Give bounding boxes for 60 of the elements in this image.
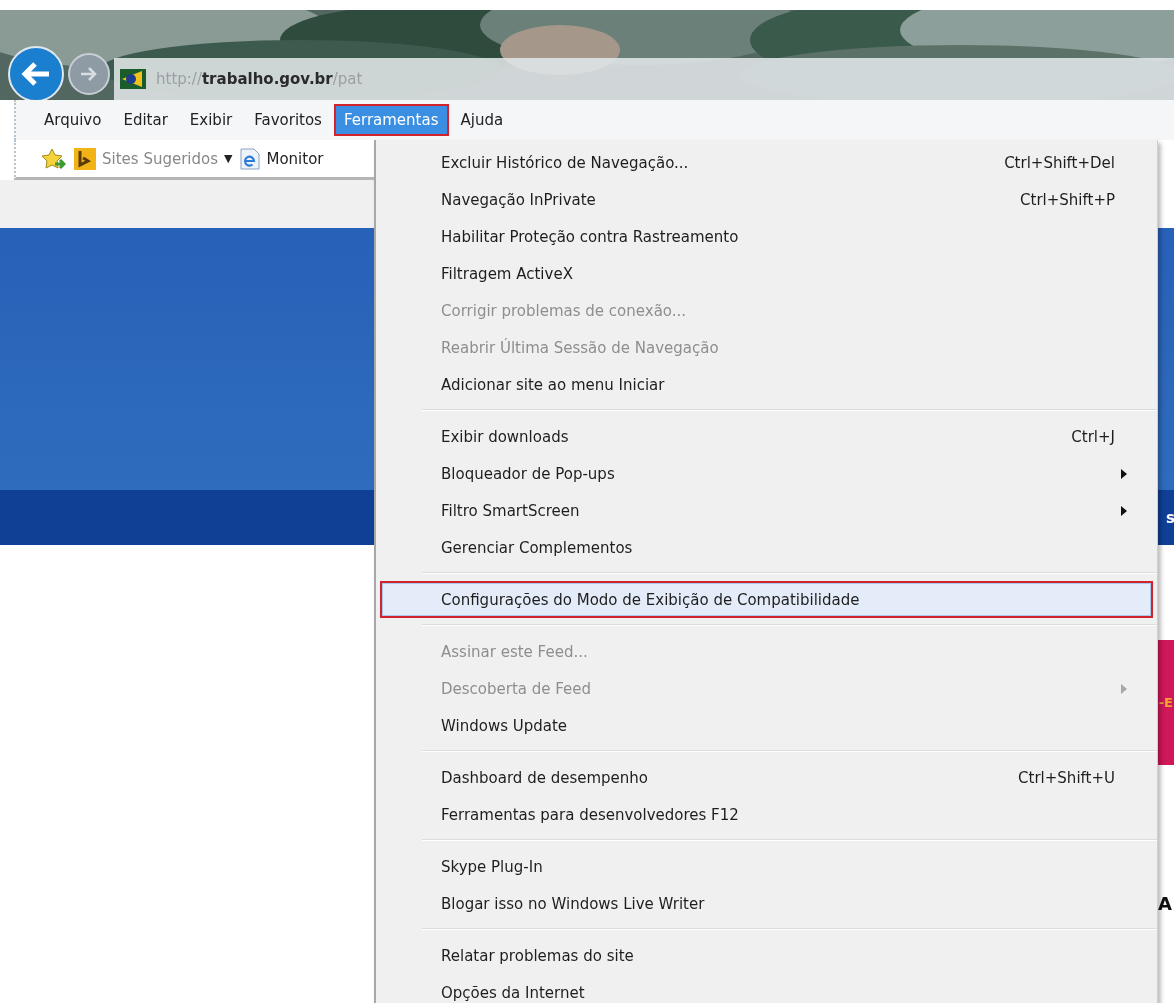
page-heading: A	[1158, 895, 1172, 913]
menu-item[interactable]: Skype Plug-In	[380, 848, 1153, 885]
menu-item[interactable]: Filtragem ActiveX	[380, 255, 1153, 292]
menu-item-label: Opções da Internet	[441, 983, 586, 1002]
shortcut-text: Ctrl+Shift+Del	[1004, 153, 1115, 172]
menu-bar-item[interactable]: Ajuda	[450, 104, 514, 136]
menu-item[interactable]: Blogar isso no Windows Live Writer	[380, 885, 1153, 922]
menu-item-label: Corrigir problemas de conexão...	[441, 301, 688, 320]
menu-item[interactable]: Navegação InPrivate Ctrl+Shift+P	[380, 181, 1153, 218]
nav-text: s	[1166, 508, 1174, 527]
menu-item[interactable]: Windows Update	[380, 707, 1153, 744]
menu-bar-item[interactable]: Arquivo	[34, 104, 112, 136]
menu-item-label: Assinar este Feed...	[441, 642, 589, 661]
menu-item-label: Adicionar site ao menu Iniciar	[441, 375, 666, 394]
shortcut-text: Ctrl+J	[1071, 427, 1115, 446]
menu-bar-item[interactable]: Favoritos	[244, 104, 332, 136]
page-icon	[240, 147, 261, 170]
forward-arrow-icon	[79, 66, 99, 82]
menu-item-label: Excluir Histórico de Navegação...	[441, 153, 690, 172]
back-arrow-icon	[21, 61, 51, 87]
menu-item-label: Filtro SmartScreen	[441, 501, 581, 520]
banner-text: -E	[1158, 696, 1173, 709]
menu-item[interactable]: Configurações do Modo de Exibição de Compatibilidade	[380, 581, 1153, 618]
menu-item-label: Gerenciar Complementos	[441, 538, 634, 557]
menu-item[interactable]: Adicionar site ao menu Iniciar	[380, 366, 1153, 403]
menu-item-label: Navegação InPrivate	[441, 190, 597, 209]
menu-item-label: Dashboard de desempenho	[441, 768, 649, 787]
menu-item-label: Descoberta de Feed	[441, 679, 593, 698]
menu-item[interactable]: Habilitar Proteção contra Rastreamento	[380, 218, 1153, 255]
menu-item[interactable]: Dashboard de desempenho Ctrl+Shift+U	[380, 759, 1153, 796]
flag-icon	[120, 69, 146, 89]
menu-item[interactable]: Relatar problemas do site	[380, 937, 1153, 974]
menu-item-label: Ferramentas para desenvolvedores F12	[441, 805, 740, 824]
shortcut-text: Ctrl+Shift+U	[1018, 768, 1115, 787]
menu-bar-item[interactable]: Editar	[113, 104, 178, 136]
menu-bar-item[interactable]: Exibir	[179, 104, 243, 136]
menu-item-label: Configurações do Modo de Exibição de Compatibilidade	[441, 590, 861, 609]
menu-item-label: Reabrir Última Sessão de Navegação	[441, 338, 720, 357]
menu-item[interactable]: Excluir Histórico de Navegação... Ctrl+Shift+Del	[380, 144, 1153, 181]
menu-item-label: Bloqueador de Pop-ups	[441, 464, 616, 483]
address-text: http://trabalho.gov.br/pat	[156, 70, 363, 88]
menu-item[interactable]: Opções da Internet	[380, 974, 1153, 1003]
menu-item-label: Windows Update	[441, 716, 569, 735]
menu-item-label: Relatar problemas do site	[441, 946, 635, 965]
menu-item-label: Blogar isso no Windows Live Writer	[441, 894, 706, 913]
menu-item[interactable]: Ferramentas para desenvolvedores F12	[380, 796, 1153, 833]
menu-item[interactable]: Exibir downloads Ctrl+J	[380, 418, 1153, 455]
menu-item-label: Exibir downloads	[441, 427, 570, 446]
shortcut-text: Ctrl+Shift+P	[1020, 190, 1115, 209]
favorites-link[interactable]: Sites Sugeridos ▼	[74, 147, 233, 170]
menu-item[interactable]: Filtro SmartScreen	[380, 492, 1153, 529]
menu-item[interactable]: Bloqueador de Pop-ups	[380, 455, 1153, 492]
menu-item[interactable]: Gerenciar Complementos	[380, 529, 1153, 566]
menu-item-label: Habilitar Proteção contra Rastreamento	[441, 227, 740, 246]
bing-icon	[74, 147, 96, 170]
menu-item-label: Skype Plug-In	[441, 857, 544, 876]
menu-item-label: Filtragem ActiveX	[441, 264, 574, 283]
favorites-star-icon[interactable]	[42, 147, 66, 170]
favorites-link[interactable]: Monitor	[240, 147, 324, 170]
address-field[interactable]: http://trabalho.gov.br/pat	[114, 58, 1174, 100]
